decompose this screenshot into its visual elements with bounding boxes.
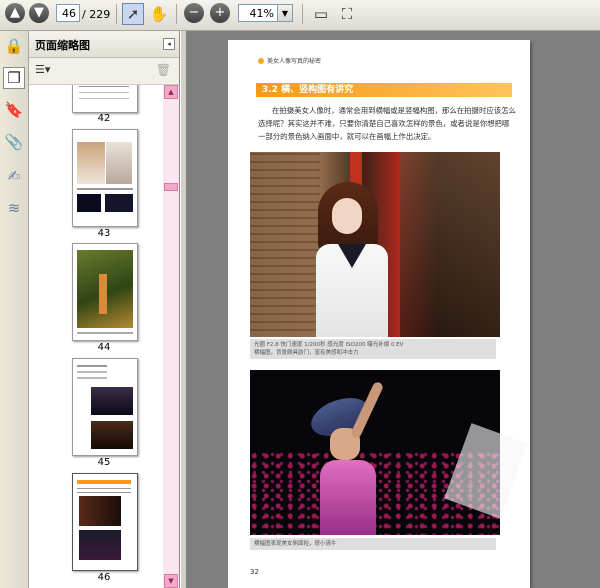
scrollbar-thumb[interactable] xyxy=(164,183,178,191)
caption-description: 横幅图，背景颇具韵门，富有美感和冲击力 xyxy=(254,350,359,356)
section-title: 3.2 横、竖构图有讲究 xyxy=(256,83,512,97)
page-number: 32 xyxy=(250,568,259,576)
thumbnail-label: 42 xyxy=(97,113,111,124)
body-paragraph: 在拍摄美女人像时，通常会用到横幅或是竖幅构图，那么在拍摄时应该怎么选择呢？其实这… xyxy=(258,106,516,141)
thumbnail-label: 44 xyxy=(97,342,111,353)
photo-caption-1: 光圈 F2.8 快门速度 1/200秒 感光度 ISO200 曝光补偿 0 EV… xyxy=(250,339,496,359)
fit-page-icon[interactable]: ▭ xyxy=(310,3,332,25)
thumbnails-panel: 页面缩略图 ◂ ☰▾ 🗑 42 43 44 45 46 ▲ ▼ xyxy=(29,31,180,588)
thumbnail-42[interactable] xyxy=(72,85,138,113)
thumbnail-label: 46 xyxy=(97,572,111,583)
bookmarks-icon[interactable]: 🔖 xyxy=(3,99,25,121)
lock-icon[interactable]: 🔒 xyxy=(3,35,25,57)
page-total-label: / 229 xyxy=(82,7,111,21)
header-bullet-icon xyxy=(258,57,264,64)
running-header: 美女人像写真的秘密 xyxy=(258,56,321,65)
page-thumbnails-icon[interactable]: ❐ xyxy=(3,67,25,89)
thumbnail-scrollbar[interactable]: ▲ ▼ xyxy=(163,85,179,588)
scroll-down-icon[interactable]: ▼ xyxy=(164,574,178,588)
zoom-out-button[interactable]: − xyxy=(184,3,204,23)
fit-width-icon[interactable]: ⛶ xyxy=(336,3,358,25)
zoom-in-button[interactable]: + xyxy=(210,3,230,23)
zoom-input[interactable]: 41% xyxy=(238,4,278,22)
thumbnail-46[interactable] xyxy=(72,473,138,571)
panel-toolbar: ☰▾ 🗑 xyxy=(29,58,179,85)
document-view[interactable]: 美女人像写真的秘密 3.2 横、竖构图有讲究 在拍摄美女人像时，通常会用到横幅或… xyxy=(186,31,600,588)
panel-header: 页面缩略图 ◂ xyxy=(29,31,179,58)
thumbnail-list[interactable]: 42 43 44 45 46 xyxy=(29,85,163,588)
hand-tool-icon[interactable]: ✋ xyxy=(148,3,170,25)
previous-page-button[interactable]: ▲ xyxy=(5,3,25,23)
next-page-button[interactable]: ▼ xyxy=(29,3,49,23)
caption-settings: 光圈 F2.8 快门速度 1/200秒 感光度 ISO200 曝光补偿 0 EV xyxy=(254,342,404,348)
signatures-icon[interactable]: ✍ xyxy=(3,165,25,187)
close-panel-icon[interactable]: ◂ xyxy=(163,38,175,50)
thumbnail-label: 43 xyxy=(97,228,111,239)
header-text: 美女人像写真的秘密 xyxy=(267,58,322,65)
thumbnail-43[interactable] xyxy=(72,129,138,227)
thumbnail-label: 45 xyxy=(97,457,111,468)
trash-icon[interactable]: 🗑 xyxy=(156,63,171,77)
page-number-input[interactable]: 46 xyxy=(56,4,80,22)
panel-title: 页面缩略图 xyxy=(35,39,90,52)
zoom-dropdown-icon[interactable]: ▼ xyxy=(278,4,293,22)
photo-girl-doorway xyxy=(250,152,500,337)
options-menu-icon[interactable]: ☰▾ xyxy=(35,63,50,76)
layers-icon[interactable]: ≋ xyxy=(3,197,25,219)
scroll-up-icon[interactable]: ▲ xyxy=(164,85,178,99)
thumbnail-45[interactable] xyxy=(72,358,138,456)
photo-caption-2: 横幅图表现美女侧面睑，很小清牛 xyxy=(250,538,496,550)
select-tool-icon[interactable]: ➚ xyxy=(122,3,144,25)
toolbar: ▲ ▼ 46 / 229 ➚ ✋ − + 41% ▼ ▭ ⛶ xyxy=(0,0,600,31)
thumbnail-44[interactable] xyxy=(72,243,138,341)
attachments-icon[interactable]: 📎 xyxy=(3,131,25,153)
navigation-pane: 🔒 ❐ 🔖 📎 ✍ ≋ xyxy=(0,31,29,588)
